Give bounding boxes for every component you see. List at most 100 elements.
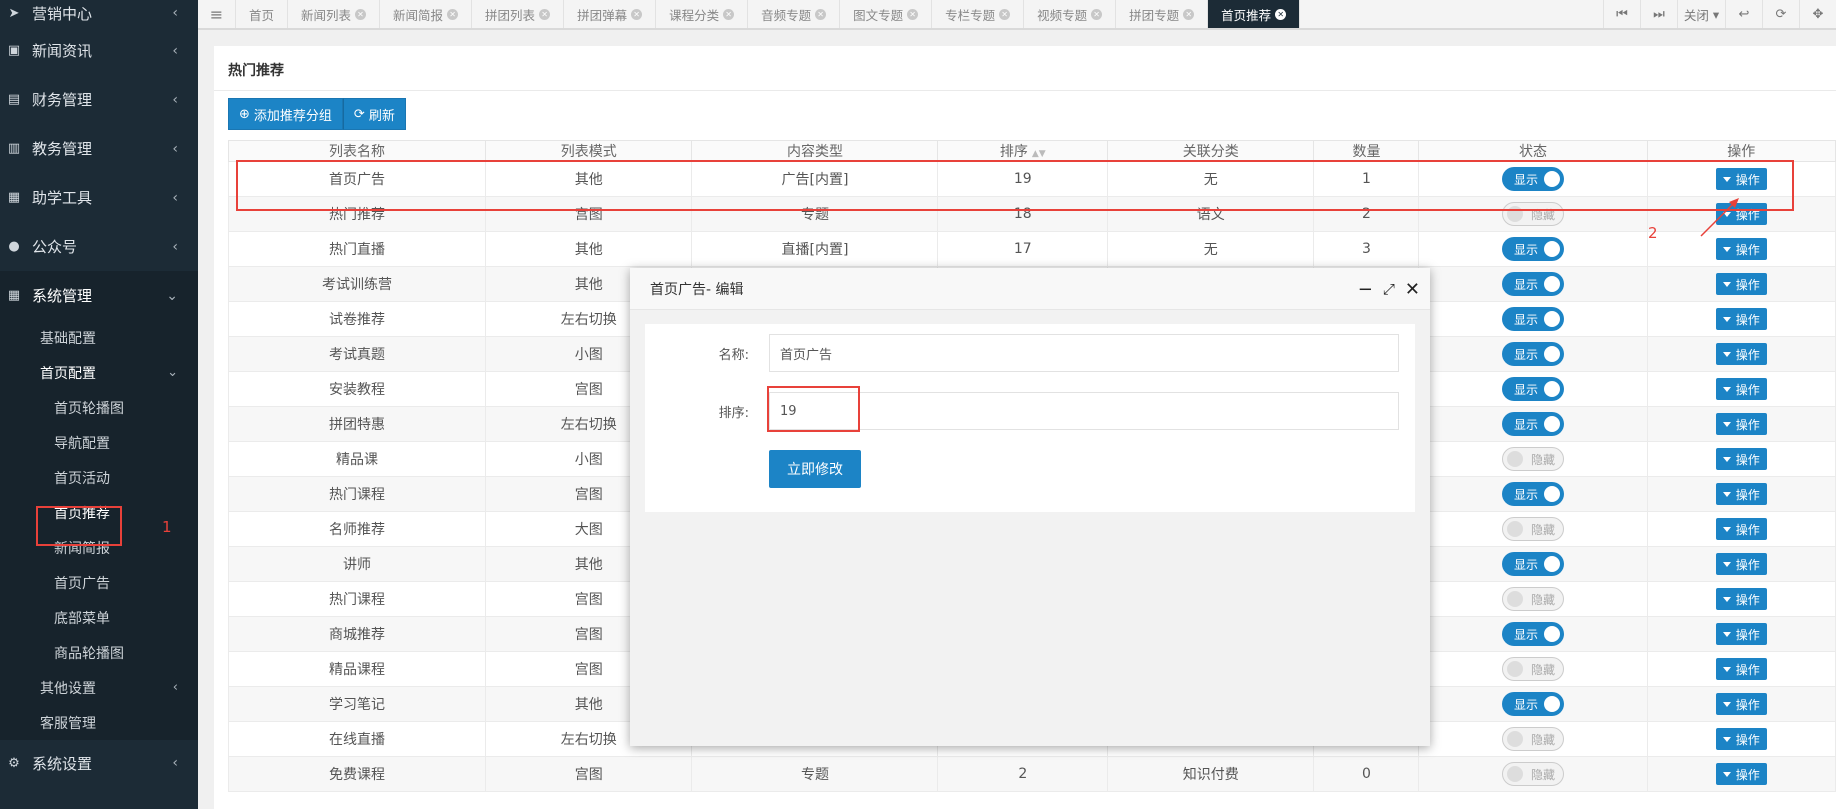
tab-group-topic[interactable]: 拼团专题 ✕ (1116, 0, 1209, 28)
sidebar-group-label: 系统设置 (32, 754, 93, 773)
tab-group-list[interactable]: 拼团列表 ✕ (472, 0, 565, 28)
status-toggle[interactable]: 隐藏 (1502, 727, 1565, 751)
tab-column-topic[interactable]: 专栏专题 ✕ (932, 0, 1025, 28)
action-dropdown-button[interactable]: 操作 (1715, 413, 1767, 435)
close-tabs-dropdown[interactable]: 关闭 ▾ (1677, 0, 1725, 28)
maximize-icon[interactable]: ⤢ (1383, 280, 1395, 298)
close-icon[interactable]: ✕ (1275, 8, 1287, 20)
sidebar-group-finance[interactable]: ▤ 财务管理 ‹ (0, 75, 198, 124)
status-toggle[interactable]: 隐藏 (1502, 762, 1565, 786)
status-toggle[interactable]: 显示 (1502, 307, 1565, 331)
sidebar-item-home-carousel[interactable]: 首页轮播图 (0, 390, 198, 425)
sidebar-item-customer-service[interactable]: 客服管理 (0, 705, 198, 740)
fullscreen-icon[interactable]: ✥ (1799, 0, 1836, 28)
close-icon[interactable]: ✕ (539, 8, 551, 20)
action-dropdown-button[interactable]: 操作 (1715, 343, 1767, 365)
close-icon[interactable]: ✕ (631, 8, 643, 20)
action-dropdown-button[interactable]: 操作 (1715, 658, 1767, 680)
column-header-sort[interactable]: 排序 ▲▼ (937, 140, 1109, 162)
status-toggle[interactable]: 显示 (1502, 622, 1565, 646)
sidebar-item-home-activity[interactable]: 首页活动 (0, 460, 198, 495)
cell-name: 考试训练营 (227, 266, 487, 302)
caret-down-icon (1722, 736, 1731, 742)
close-icon[interactable]: ✕ (1183, 8, 1195, 20)
close-icon[interactable]: ✕ (815, 8, 827, 20)
sidebar-item-goods-carousel[interactable]: 商品轮播图 (0, 635, 198, 670)
menu-toggle-icon[interactable]: ≡ (198, 0, 236, 28)
close-icon[interactable]: ✕ (1405, 279, 1420, 300)
sidebar-group-marketing[interactable]: ➤ 营销中心 ‹ (0, 0, 198, 26)
close-icon[interactable]: ✕ (723, 8, 735, 20)
action-dropdown-button[interactable]: 操作 (1715, 763, 1767, 785)
annotation-number-2: 2 (1648, 224, 1658, 242)
add-group-button[interactable]: ⊕ 添加推荐分组 (228, 98, 343, 130)
submit-button[interactable]: 立即修改 (769, 450, 861, 488)
sidebar-item-basic-config[interactable]: 基础配置 (0, 320, 198, 355)
scroll-right-icon[interactable]: ⏭ (1640, 0, 1677, 28)
status-toggle-label: 显示 (1514, 417, 1539, 432)
status-toggle[interactable]: 显示 (1502, 552, 1565, 576)
close-icon[interactable]: ✕ (355, 8, 367, 20)
action-dropdown-button[interactable]: 操作 (1715, 378, 1767, 400)
sidebar-item-home-ad[interactable]: 首页广告 (0, 565, 198, 600)
sidebar-group-teaching[interactable]: ▥ 教务管理 ‹ (0, 124, 198, 173)
status-toggle[interactable]: 显示 (1502, 692, 1565, 716)
refresh-button[interactable]: ⟳ 刷新 (342, 98, 406, 130)
tab-video-topic[interactable]: 视频专题 ✕ (1024, 0, 1117, 28)
tab-news-brief[interactable]: 新闻简报 ✕ (380, 0, 473, 28)
close-icon[interactable]: ✕ (447, 8, 459, 20)
sidebar-group-tools[interactable]: ▦ 助学工具 ‹ (0, 173, 198, 222)
sort-input[interactable]: 19 (769, 392, 1399, 430)
tab-news-list[interactable]: 新闻列表 ✕ (288, 0, 381, 28)
tab-audio-topic[interactable]: 音频专题 ✕ (748, 0, 841, 28)
status-toggle[interactable]: 显示 (1502, 342, 1565, 366)
status-toggle[interactable]: 隐藏 (1502, 447, 1565, 471)
tab-home[interactable]: 首页 (236, 0, 289, 28)
tab-course-category[interactable]: 课程分类 ✕ (656, 0, 749, 28)
action-dropdown-button[interactable]: 操作 (1715, 448, 1767, 470)
sidebar-item-label: 首页活动 (54, 470, 110, 487)
sidebar-group-wechat[interactable]: ● 公众号 ‹ (0, 222, 198, 271)
action-dropdown-button[interactable]: 操作 (1715, 273, 1767, 295)
plus-circle-icon: ⊕ (239, 106, 250, 122)
status-toggle[interactable]: 隐藏 (1502, 517, 1565, 541)
back-icon[interactable]: ↩ (1725, 0, 1762, 28)
action-dropdown-button[interactable]: 操作 (1715, 518, 1767, 540)
sidebar-group-system[interactable]: ▦ 系统管理 ⌄ (0, 271, 198, 320)
sidebar-group-news[interactable]: ▣ 新闻资讯 ‹ (0, 26, 198, 75)
tab-group-danmaku[interactable]: 拼团弹幕 ✕ (564, 0, 657, 28)
sidebar-item-home-config[interactable]: 首页配置 ⌄ (0, 355, 198, 390)
cell-status: 显示 (1418, 371, 1648, 407)
sidebar-item-nav-config[interactable]: 导航配置 (0, 425, 198, 460)
status-toggle[interactable]: 隐藏 (1502, 587, 1565, 611)
action-dropdown-button[interactable]: 操作 (1715, 238, 1767, 260)
caret-down-icon (1722, 246, 1731, 252)
sidebar-item-bottom-menu[interactable]: 底部菜单 (0, 600, 198, 635)
minimize-icon[interactable]: − (1358, 279, 1373, 300)
sidebar-item-other-settings[interactable]: 其他设置 ‹ (0, 670, 198, 705)
status-toggle[interactable]: 显示 (1502, 412, 1565, 436)
scroll-left-icon[interactable]: ⏮ (1603, 0, 1640, 28)
action-dropdown-button[interactable]: 操作 (1715, 728, 1767, 750)
toolbar: ⊕ 添加推荐分组 ⟳ 刷新 (228, 98, 406, 130)
action-label: 操作 (1735, 277, 1760, 292)
status-toggle[interactable]: 显示 (1502, 377, 1565, 401)
action-dropdown-button[interactable]: 操作 (1715, 693, 1767, 715)
close-icon[interactable]: ✕ (907, 8, 919, 20)
action-dropdown-button[interactable]: 操作 (1715, 588, 1767, 610)
action-dropdown-button[interactable]: 操作 (1715, 308, 1767, 330)
action-dropdown-button[interactable]: 操作 (1715, 623, 1767, 645)
status-toggle[interactable]: 显示 (1502, 272, 1565, 296)
status-toggle[interactable]: 隐藏 (1502, 657, 1565, 681)
tab-home-recommend[interactable]: 首页推荐 ✕ (1208, 0, 1301, 28)
sidebar-group-system-settings[interactable]: ⚙ 系统设置 ‹ (0, 748, 198, 778)
close-icon[interactable]: ✕ (1091, 8, 1103, 20)
status-toggle[interactable]: 显示 (1502, 237, 1565, 261)
action-dropdown-button[interactable]: 操作 (1715, 483, 1767, 505)
close-icon[interactable]: ✕ (999, 8, 1011, 20)
action-dropdown-button[interactable]: 操作 (1715, 553, 1767, 575)
tab-article-topic[interactable]: 图文专题 ✕ (840, 0, 933, 28)
refresh-icon[interactable]: ⟳ (1762, 0, 1799, 28)
name-input[interactable]: 首页广告 (769, 334, 1399, 372)
status-toggle[interactable]: 显示 (1502, 482, 1565, 506)
